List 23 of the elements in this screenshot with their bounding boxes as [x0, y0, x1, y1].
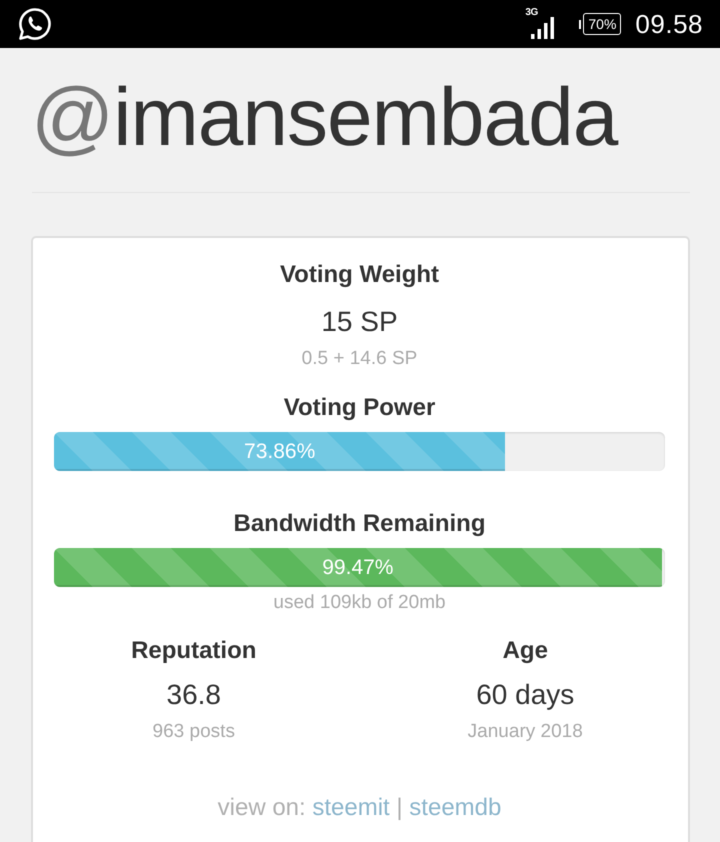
stat-title: Reputation: [131, 636, 256, 666]
progress-percentage: 99.47%: [322, 554, 394, 580]
clock-time: 09.58: [635, 9, 703, 39]
battery-percentage-text: 70%: [588, 17, 616, 31]
stat-title: Voting Weight: [278, 260, 440, 290]
signal-icon: [531, 17, 556, 39]
phone-bubble-icon: [18, 7, 52, 41]
stat-value: 15 SP: [320, 305, 399, 339]
network-type-text: 3G: [525, 7, 538, 19]
meter-detail: used 109kb of 20mb: [272, 591, 447, 615]
view-on-text: view on: steemit | steemdb: [216, 793, 502, 823]
stat-value: 36.8: [166, 678, 221, 712]
profile-link[interactable]: steemdb: [409, 794, 502, 821]
stat-detail: January 2018: [468, 720, 583, 744]
meter-title: Voting Power: [282, 393, 436, 423]
progress-percentage: 73.86%: [244, 438, 316, 464]
stat-detail: 0.5 + 14.6 SP: [300, 347, 418, 371]
profile-link[interactable]: steemit: [312, 794, 390, 821]
meter-title: Bandwidth Remaining: [232, 509, 486, 539]
stat-detail: 963 posts: [152, 720, 235, 744]
username-heading: @imansembada: [31, 71, 620, 165]
stat-value: 60 days: [476, 678, 574, 712]
stat-title: Age: [502, 636, 548, 666]
